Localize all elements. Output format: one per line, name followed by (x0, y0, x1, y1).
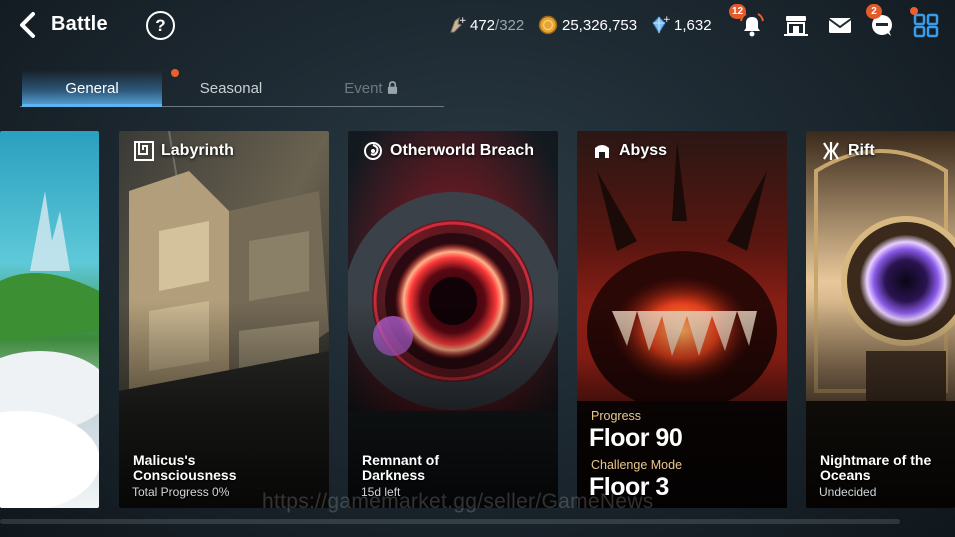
rift-icon (823, 142, 839, 160)
abyss-tower-icon (595, 145, 609, 158)
portal-swirl-icon (364, 142, 382, 160)
card-labyrinth[interactable]: Labyrinth Malicus's Consciousness Total … (119, 131, 329, 508)
card-otherworld-breach[interactable]: Otherworld Breach Remnant of Darkness 15… (348, 131, 558, 508)
stamina-icon: + (446, 15, 467, 35)
skystone-crystal-icon: + (650, 15, 671, 35)
card-subtext: Total Progress 0% (132, 485, 230, 499)
card-partial-left[interactable] (0, 131, 99, 508)
card-stage-name-line2: Consciousness (133, 467, 237, 483)
card-title-text: Rift (848, 142, 875, 159)
top-bar: Battle ? + 472 /322 25,326,753 + 1,632 1… (0, 0, 955, 52)
grid-menu-icon[interactable] (912, 11, 940, 39)
card-subtext: Undecided (819, 485, 877, 499)
mail-icon[interactable] (826, 11, 854, 39)
card-title: Rift (820, 140, 875, 162)
card-title-text: Labyrinth (161, 142, 234, 159)
tab-seasonal[interactable]: Seasonal (161, 70, 301, 106)
tab-event-label: Event (344, 80, 383, 97)
card-abyss[interactable]: Abyss Progress Floor 90 Challenge Mode F… (577, 131, 787, 508)
card-rift[interactable]: Rift Nightmare of the Oceans Undecided (806, 131, 955, 508)
shop-icon[interactable] (782, 11, 810, 39)
card-title: Labyrinth (133, 140, 234, 162)
svg-text:+: + (459, 16, 466, 26)
chat-badge: 2 (866, 4, 882, 19)
horizontal-scrollbar[interactable] (0, 519, 900, 524)
stamina-counter[interactable]: + 472 /322 (446, 13, 524, 37)
svg-text:+: + (663, 15, 670, 25)
card-stage-name-line1: Remnant of (362, 452, 439, 468)
lock-icon (387, 81, 397, 94)
card-title-text: Otherworld Breach (390, 142, 535, 159)
gold-coin-icon (538, 15, 558, 35)
card-title-text: Abyss (619, 142, 668, 159)
card-title: Abyss (591, 140, 667, 162)
progress-value: Floor 90 (589, 424, 683, 452)
stamina-value: 472 (470, 16, 496, 34)
tab-general[interactable]: General (22, 70, 162, 107)
challenge-mode-label: Challenge Mode (591, 458, 683, 472)
card-title: Otherworld Breach (362, 140, 534, 162)
maze-icon (134, 141, 154, 161)
tab-event[interactable]: Event (301, 70, 441, 106)
gold-counter[interactable]: 25,326,753 (538, 13, 637, 37)
page-title: Battle (51, 13, 108, 35)
watermark: https://gamemarket.gg/seller/GameNews (262, 490, 654, 513)
stamina-max: /322 (495, 16, 525, 34)
seasonal-alert-dot (171, 69, 179, 77)
category-tabs: General Seasonal Event (16, 69, 446, 110)
card-stage-name-line1: Nightmare of the (820, 452, 932, 468)
help-button[interactable]: ? (146, 11, 175, 40)
progress-label: Progress (591, 409, 642, 423)
skystone-value: 1,632 (674, 16, 712, 34)
skystone-counter[interactable]: + 1,632 (650, 13, 712, 37)
card-stage-name-line2: Darkness (362, 467, 426, 483)
gold-value: 25,326,753 (562, 16, 638, 34)
notification-badge: 12 (729, 4, 747, 19)
menu-alert-dot (910, 7, 918, 15)
chevron-left-icon[interactable] (14, 10, 44, 40)
card-stage-name-line2: Oceans (820, 467, 871, 483)
sky-island-art (0, 131, 99, 508)
card-stage-name-line1: Malicus's (133, 452, 196, 468)
